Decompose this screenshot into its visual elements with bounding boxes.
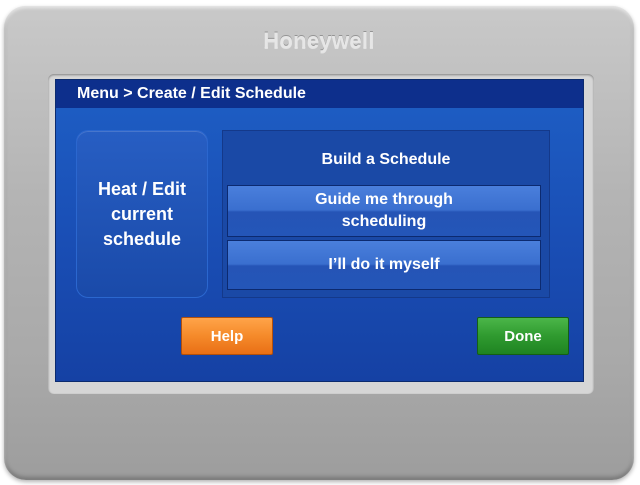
do-it-myself-label: I’ll do it myself — [328, 256, 440, 273]
touch-screen: Menu > Create / Edit Schedule Heat / Edi… — [55, 79, 584, 382]
panel-title: Build a Schedule — [321, 151, 451, 168]
help-button[interactable]: Help — [181, 317, 273, 355]
breadcrumb: Menu > Create / Edit Schedule — [77, 85, 306, 102]
build-schedule-panel: Build a Schedule Guide me through schedu… — [222, 130, 550, 298]
tile-label-line1: Heat / Edit — [97, 178, 186, 199]
brand-logo: Honeywell — [263, 28, 375, 53]
guide-me-label-line1: Guide me through — [315, 191, 453, 208]
tile-label-line3: schedule — [102, 228, 181, 249]
do-it-myself-button[interactable]: I’ll do it myself — [227, 240, 541, 290]
heat-edit-current-schedule-button[interactable]: Heat / Edit current schedule — [76, 130, 208, 298]
tile-label-line2: current — [110, 203, 173, 224]
guide-me-label-line2: scheduling — [341, 213, 427, 230]
header-bar: Menu > Create / Edit Schedule — [56, 80, 583, 108]
help-label: Help — [210, 327, 244, 345]
guide-me-button[interactable]: Guide me through scheduling — [227, 185, 541, 237]
done-label: Done — [504, 327, 542, 345]
done-button[interactable]: Done — [477, 317, 569, 355]
